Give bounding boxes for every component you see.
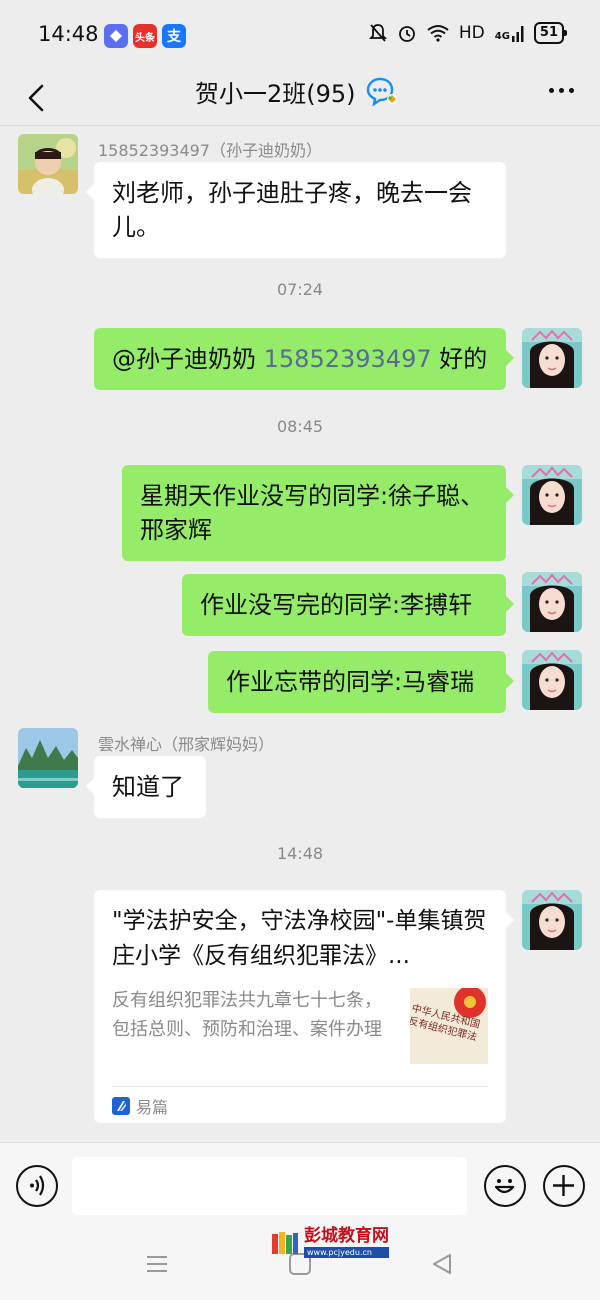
message-timestamp: 08:45 (276, 417, 324, 436)
toutiao-app-icon: 头条 (133, 24, 157, 48)
chevron-left-icon (28, 84, 44, 112)
message-bubble[interactable]: 作业没写完的同学:李搏轩 (182, 574, 514, 636)
battery-indicator: 51 (533, 22, 568, 44)
plus-icon (553, 1175, 574, 1196)
more-options-button[interactable] (549, 88, 574, 93)
status-time: 14:48 (38, 22, 99, 46)
avatar[interactable] (522, 572, 582, 632)
signal-label: 4G (495, 24, 524, 42)
voice-icon (30, 1175, 45, 1196)
alipay-app-icon: 支 (162, 24, 186, 48)
card-divider (112, 1086, 488, 1087)
avatar[interactable] (522, 650, 582, 710)
dot-icon (569, 88, 574, 93)
message-sender: 15852393497（孙子迪奶奶） (98, 141, 322, 160)
article-thumbnail: 中华人民共和国反有组织犯罪法 (410, 988, 488, 1064)
chat-title-area[interactable]: 贺小一2班(95) (195, 74, 398, 109)
message-input-bar (0, 1142, 600, 1230)
message-bubble[interactable]: 星期天作业没写的同学:徐子聪、邢家辉 (122, 465, 514, 561)
avatar[interactable] (18, 728, 78, 788)
message-input[interactable] (72, 1157, 467, 1215)
message-bubble[interactable]: 知道了 (86, 756, 206, 818)
yipian-logo-icon (112, 1097, 130, 1115)
dot-icon (549, 88, 554, 93)
avatar[interactable] (522, 465, 582, 525)
more-functions-button[interactable] (543, 1165, 585, 1207)
signal-bars-icon (511, 26, 524, 42)
message-text: 作业忘带的同学:马睿瑞 (226, 668, 475, 696)
message-text: 好的 (439, 345, 488, 373)
site-watermark: 彭城教育网 www.pcjyedu.cn (270, 1228, 389, 1258)
message-bubble[interactable]: @孙子迪奶奶 15852393497 好的 (94, 328, 514, 390)
emoji-button[interactable] (484, 1165, 526, 1207)
message-text: 知道了 (112, 773, 184, 801)
back-button[interactable] (18, 78, 58, 118)
wifi-icon (427, 25, 449, 42)
voice-input-button[interactable] (16, 1165, 58, 1207)
alarm-clock-icon (398, 26, 415, 42)
message-timestamp: 14:48 (276, 844, 324, 863)
meituan-app-icon (104, 24, 128, 48)
avatar[interactable] (18, 134, 78, 194)
watermark-url: www.pcjyedu.cn (304, 1247, 389, 1258)
message-text: 刘老师，孙子迪肚子疼，晚去一会儿。 (112, 179, 472, 241)
menu-nav-icon[interactable] (146, 1254, 168, 1274)
message-sender: 雲水禅心（邢家辉妈妈） (98, 735, 275, 754)
mention-name[interactable]: @孙子迪奶奶 (112, 345, 256, 373)
shared-article-card[interactable]: "学法护安全，守法净校园"-单集镇贺庄小学《反有组织犯罪法》... 反有组织犯罪… (94, 890, 514, 1123)
message-text: 星期天作业没写的同学:徐子聪、邢家辉 (140, 482, 485, 544)
status-bar: 14:48 头条 支 HD 4G 51 (0, 0, 600, 70)
mute-bell-icon (368, 24, 387, 42)
message-bubble[interactable]: 刘老师，孙子迪肚子疼，晚去一会儿。 (86, 162, 506, 258)
chat-header: 贺小一2班(95) (0, 70, 600, 126)
article-title: "学法护安全，守法净校园"-单集镇贺庄小学《反有组织犯罪法》... (112, 908, 487, 969)
page-title: 贺小一2班(95) (195, 80, 356, 108)
message-timestamp: 07:24 (276, 280, 324, 299)
emoji-face-icon (494, 1179, 515, 1194)
mention-number[interactable]: 15852393497 (264, 345, 432, 373)
article-description: 反有组织犯罪法共九章七十七条，包括总则、预防和治理、案件办理 (112, 990, 382, 1040)
back-nav-icon[interactable] (430, 1252, 454, 1276)
avatar[interactable] (522, 890, 582, 950)
network-type-label: HD (458, 23, 485, 43)
source-name: 易篇 (136, 1098, 169, 1117)
article-source: 易篇 (112, 1094, 168, 1118)
dot-icon (559, 88, 564, 93)
watermark-name: 彭城教育网 (304, 1226, 389, 1246)
message-bubble[interactable]: 作业忘带的同学:马睿瑞 (208, 651, 514, 713)
message-text: 作业没写完的同学:李搏轩 (200, 591, 473, 619)
avatar[interactable] (522, 328, 582, 388)
group-chat-bubble-icon (366, 77, 397, 107)
books-logo-icon (272, 1232, 298, 1254)
